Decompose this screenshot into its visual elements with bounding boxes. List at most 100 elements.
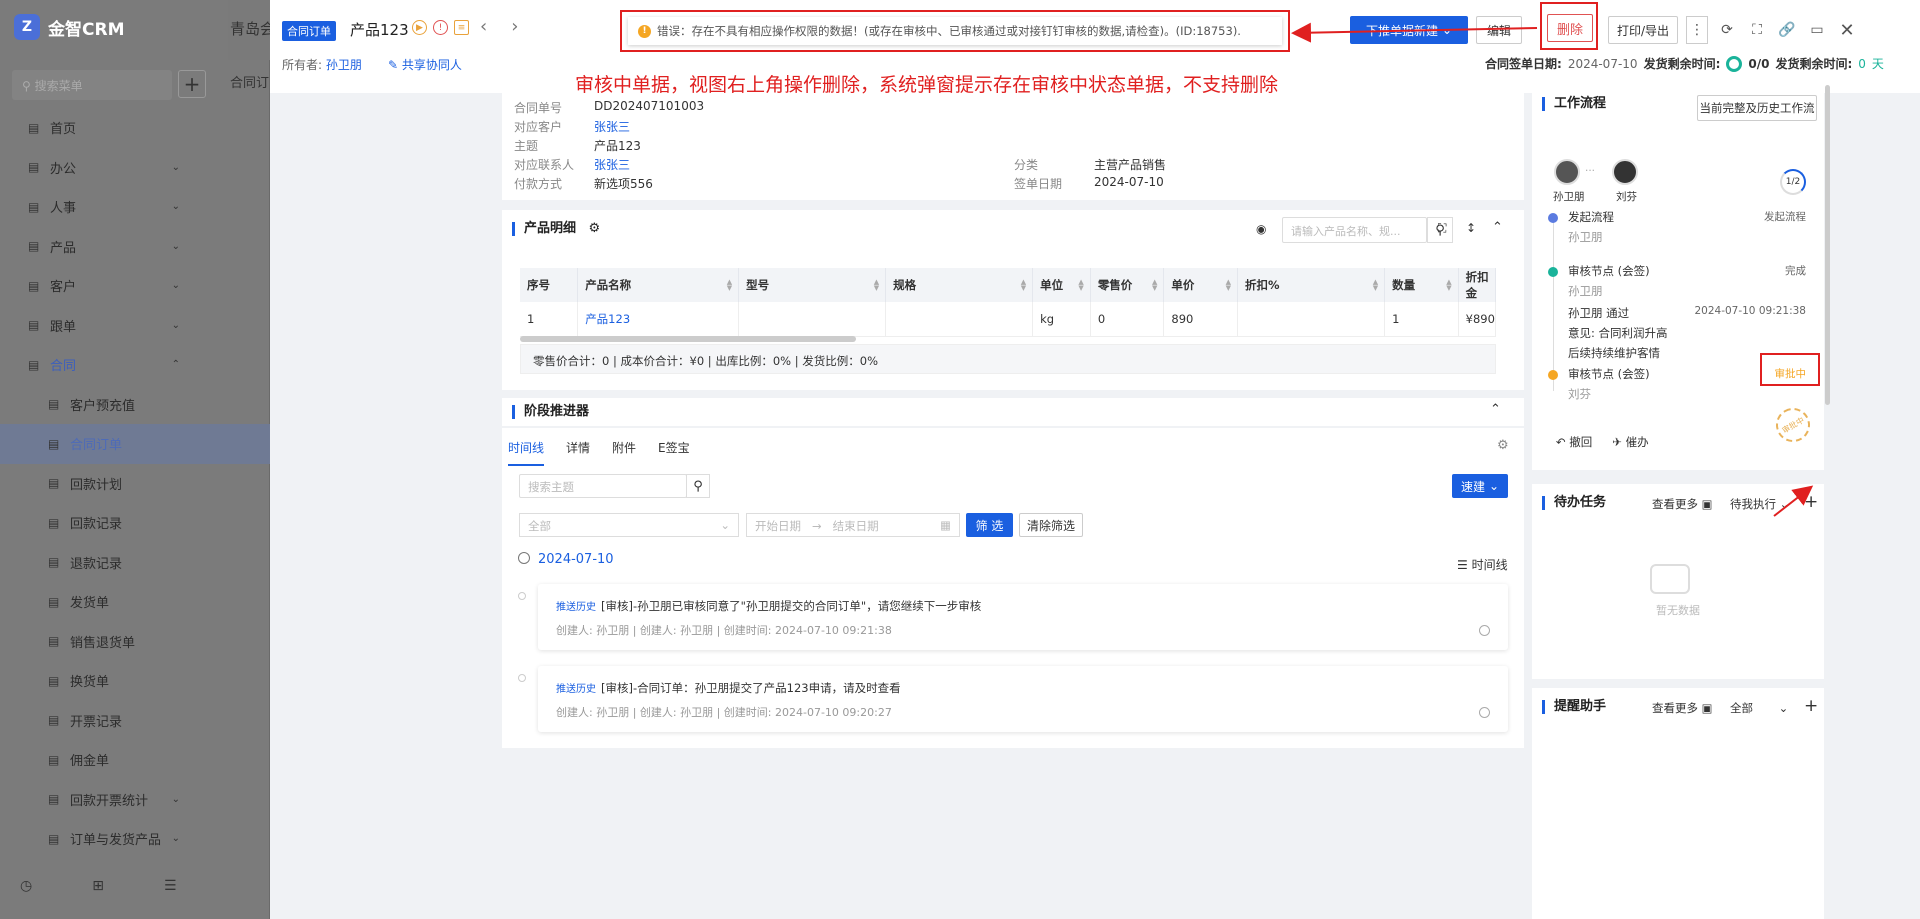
sidebar-item[interactable]: ▤ 佣金单 [0, 740, 270, 780]
error-toast: ! 错误：存在不具有相应操作权限的数据！(或存在审核中、已审核通过或对接钉钉审核的… [628, 17, 1282, 45]
stats-icon[interactable]: ⊞ [92, 878, 104, 894]
add-icon[interactable]: + [178, 70, 206, 98]
next-icon[interactable]: › [511, 16, 518, 37]
more-icon[interactable]: ⋮ [1686, 16, 1708, 44]
link-icon[interactable]: 🔗 [1776, 16, 1798, 44]
table-scrollbar[interactable] [520, 336, 856, 342]
sidebar-item[interactable]: ▤ 销售退货单 [0, 622, 270, 662]
delete-button[interactable]: 删除 [1547, 14, 1593, 42]
print-export-button[interactable]: 打印/导出 [1608, 16, 1678, 44]
column-header[interactable]: 型号 ▲ ▼ [738, 268, 887, 302]
fullscreen-icon[interactable]: ⛶ [1438, 221, 1446, 236]
note-icon[interactable]: ≡ [454, 20, 469, 35]
comment-icon[interactable] [1479, 625, 1490, 636]
search-icon[interactable]: ⚲ [686, 474, 710, 498]
customer: 对应客户 张张三 [514, 120, 631, 134]
sidebar-item[interactable]: ▤ 产品 ⌄ [0, 227, 270, 267]
workflow-history-button[interactable]: 当前完整及历史工作流 [1697, 95, 1817, 121]
table-row[interactable]: 1 产品123 kg 0 890 1 ¥890 [520, 302, 1497, 337]
sidebar-item[interactable]: ▤ 回款计划 [0, 464, 270, 504]
sidebar-item[interactable]: ▤ 客户 ⌄ [0, 266, 270, 306]
home-icon: ▤ [28, 120, 40, 135]
sidebar-item[interactable]: ▤ 回款记录 [0, 503, 270, 543]
sidebar-item[interactable]: ▤ 客户预充值 [0, 385, 270, 425]
chevron-down-icon: ⌄ [1488, 479, 1500, 493]
quick-create-button[interactable]: 速建 ⌄ [1452, 474, 1508, 498]
column-header[interactable]: 产品名称 ▲ ▼ [577, 268, 740, 302]
table-cell[interactable]: 产品123 [577, 302, 740, 337]
step-status: 2024-07-10 09:21:38 [1694, 305, 1806, 317]
revoke-button[interactable]: ↶ 撤回 [1556, 434, 1592, 450]
step-status: 完成 [1785, 265, 1806, 277]
collapse-icon[interactable]: ⌃ [1492, 220, 1503, 235]
share-link[interactable]: ✎ 共享协同人 [388, 56, 462, 73]
collapse-icon[interactable]: ☰ [164, 878, 177, 894]
comment-icon[interactable] [1479, 707, 1490, 718]
customer-link[interactable]: 张张三 [594, 118, 630, 135]
column-header[interactable]: 单位 ▲ ▼ [1032, 268, 1091, 302]
column-header[interactable]: 折扣金 [1458, 268, 1497, 302]
sidebar-item[interactable]: ▤ 换货单 [0, 661, 270, 701]
todo-more-link[interactable]: 查看更多 ▣ [1652, 496, 1713, 512]
menu-search-input[interactable]: ⚲ 搜索菜单 [12, 70, 172, 100]
column-header[interactable]: 单价 ▲ ▼ [1163, 268, 1239, 302]
alert-icon[interactable]: ! [433, 20, 448, 35]
timeline-search-input[interactable]: 搜索主题 [519, 474, 687, 498]
workflow-step: 发起流程 孙卫朋 [1568, 210, 1614, 244]
column-header[interactable]: 零售价 ▲ ▼ [1090, 268, 1165, 302]
sidebar-item[interactable]: ▤ 回款开票统计 ⌄ [0, 780, 270, 820]
sidebar-item[interactable]: ▤ 跟单 ⌄ [0, 306, 270, 346]
sort-icon[interactable]: ↕ [1466, 221, 1476, 235]
date-range-input[interactable]: 开始日期 → 结束日期 ▦ [746, 513, 960, 537]
fullscreen-icon[interactable]: ⛶ [1746, 16, 1768, 44]
sidebar-item[interactable]: ▤ 人事 ⌄ [0, 187, 270, 227]
settings-icon[interactable]: ⚙ [1497, 438, 1509, 453]
sidebar-item[interactable]: ▤ 订单与发货产品 ⌄ [0, 819, 270, 859]
reminder-more-link[interactable]: 查看更多 ▣ [1652, 700, 1713, 716]
close-icon[interactable]: ✕ [1836, 16, 1858, 44]
type-select[interactable]: 全部 ⌄ [519, 513, 739, 537]
sidebar-item[interactable]: ▤ 退款记录 [0, 543, 270, 583]
window-icon[interactable]: ▭ [1806, 16, 1828, 44]
sidebar-item[interactable]: ▤ 办公 ⌄ [0, 148, 270, 188]
contact-link[interactable]: 张张三 [594, 156, 630, 173]
todo-filter-select[interactable]: 待我执行 ⌄ [1730, 496, 1789, 512]
column-header[interactable]: 序号 [520, 268, 579, 302]
contact: 对应联系人 张张三 [514, 158, 631, 172]
scrollbar[interactable] [1825, 85, 1830, 405]
urge-button[interactable]: ✈ 催办 [1612, 434, 1648, 450]
owner-link[interactable]: 孙卫朋 [326, 58, 362, 72]
edit-button[interactable]: 编辑 [1476, 16, 1522, 44]
sidebar-item[interactable]: ▤ 发货单 [0, 582, 270, 622]
sidebar-item[interactable]: ▤ 开票记录 [0, 701, 270, 741]
history-icon[interactable]: ◷ [20, 878, 32, 894]
sidebar-item[interactable]: ▤ 首页 [0, 108, 270, 148]
clear-filter-button[interactable]: 清除筛选 [1019, 513, 1083, 537]
table-cell: 1 [520, 302, 579, 337]
sidebar-item[interactable]: ▤ 合同 ⌃ [0, 345, 270, 385]
refresh-icon[interactable]: ⟳ [1716, 16, 1738, 44]
column-header[interactable]: 数量 ▲ ▼ [1384, 268, 1459, 302]
eye-icon[interactable]: ◉ [1256, 222, 1266, 236]
gear-icon[interactable]: ⚙ [589, 221, 601, 236]
add-icon[interactable]: + [1804, 696, 1818, 716]
sidebar-item[interactable]: ▤ 合同订单 [0, 424, 270, 464]
play-icon[interactable]: ▶ [412, 20, 427, 35]
collapse-icon[interactable]: ⌃ [1490, 402, 1501, 417]
tab[interactable]: 时间线 [508, 439, 545, 466]
tab[interactable]: 详情 [566, 439, 590, 466]
filter-button[interactable]: 筛 选 [966, 513, 1013, 537]
tab[interactable]: 附件 [612, 439, 636, 466]
product-search-input[interactable]: 请输入产品名称、规... [1282, 217, 1427, 243]
prev-icon[interactable]: ‹ [480, 16, 487, 37]
timeline-entry[interactable]: 推送历史 [审核]-合同订单：孙卫朋提交了产品123申请，请及时查看 创建人: 孙卫… [518, 666, 1508, 732]
record-nav: ‹ › [480, 16, 518, 37]
column-header[interactable]: 规格 ▲ ▼ [885, 268, 1034, 302]
timeline-entry[interactable]: 推送历史 [审核]-孙卫朋已审核同意了"孙卫朋提交的合同订单"，请您继续下一步审核… [518, 584, 1508, 650]
push-create-button[interactable]: 下推单据新建 ⌄ [1350, 16, 1468, 44]
timeline-view-toggle[interactable]: ☰ 时间线 [1457, 556, 1508, 573]
tab[interactable]: E签宝 [658, 439, 690, 466]
add-icon[interactable]: + [1804, 492, 1818, 512]
column-header[interactable]: 折扣% ▲ ▼ [1237, 268, 1386, 302]
reminder-filter-select[interactable]: 全部 ⌄ [1730, 700, 1788, 716]
